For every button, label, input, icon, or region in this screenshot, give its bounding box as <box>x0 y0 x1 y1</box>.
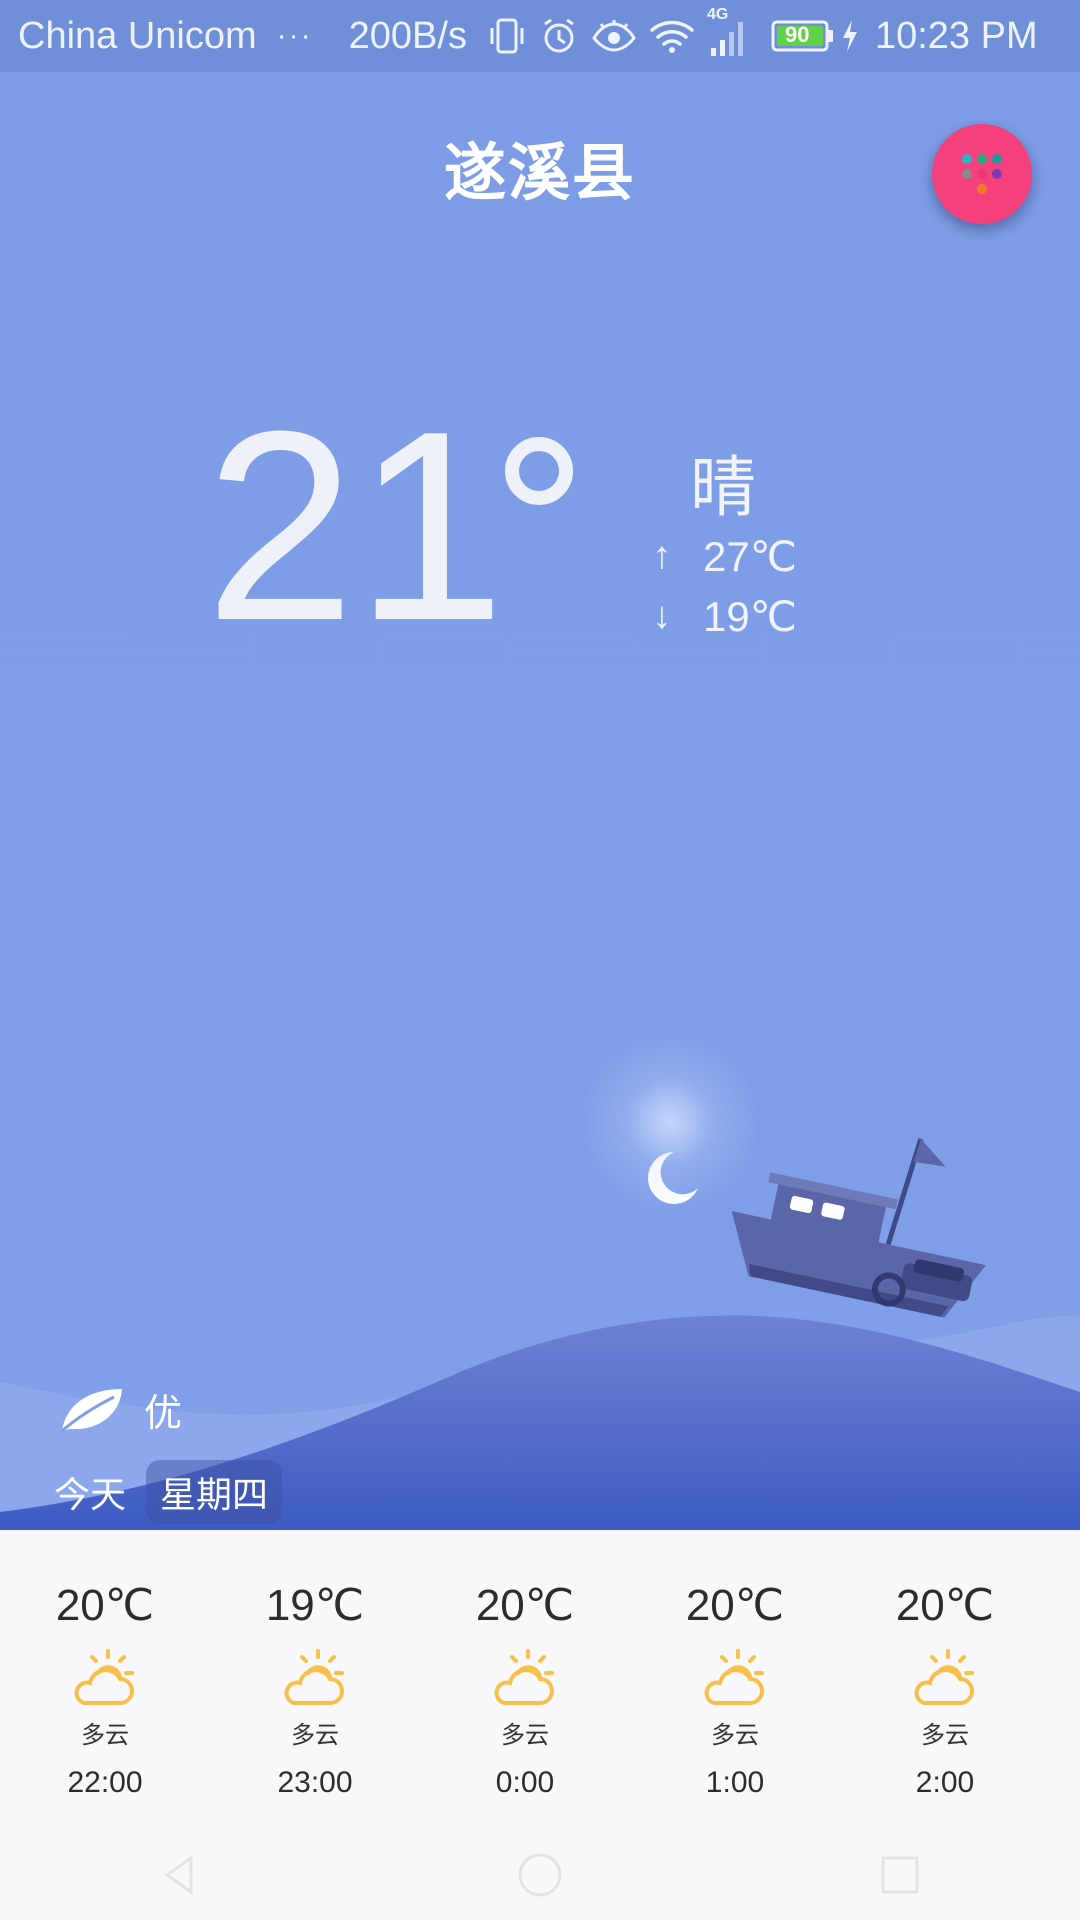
hourly-temp: 20℃ <box>685 1581 785 1630</box>
low-temperature-value: 19℃ <box>703 593 797 640</box>
net-speed: 200B/s <box>348 14 467 57</box>
hourly-temp: 19℃ <box>265 1581 365 1630</box>
status-bar: China Unicom ··· 200B/s 4G 90 10:23 PM <box>0 0 1080 72</box>
hourly-condition: 多云 <box>921 1721 969 1749</box>
back-icon[interactable] <box>155 1850 205 1900</box>
low-temperature: ↓ 19℃ <box>645 592 797 641</box>
high-temperature-value: 27℃ <box>703 533 797 580</box>
menu-fab-button[interactable] <box>932 124 1032 224</box>
alarm-icon <box>539 14 579 58</box>
network-type: 4G <box>706 6 729 23</box>
charging-icon <box>841 14 859 58</box>
current-temperature: 21 <box>205 376 506 677</box>
apps-grid-icon <box>962 154 1002 194</box>
up-arrow-icon: ↑ <box>652 535 672 577</box>
home-icon[interactable] <box>515 1850 565 1900</box>
clock: 10:23 PM <box>874 14 1038 57</box>
city-title[interactable]: 遂溪县 <box>0 122 1080 212</box>
current-condition: 晴 <box>690 449 756 526</box>
hourly-temp: 20℃ <box>895 1581 995 1630</box>
signal-icon: 4G <box>707 6 751 58</box>
weather-hero: 遂溪县 21 晴 ↑ 27℃ ↓ 19℃ 优 今天 星期四 <box>0 72 1080 1530</box>
air-quality[interactable]: 优 <box>58 1382 182 1437</box>
hourly-temp: 20℃ <box>475 1581 575 1630</box>
eye-icon <box>591 14 637 58</box>
boat-illustration <box>731 1138 987 1318</box>
leaf-icon <box>61 1388 122 1432</box>
moon-glow <box>580 1032 760 1212</box>
partly-cloudy-icon <box>914 1649 974 1705</box>
hourly-time: 2:00 <box>915 1766 975 1799</box>
air-quality-label: 优 <box>144 1391 183 1435</box>
partly-cloudy-icon <box>284 1649 344 1705</box>
hourly-time: 0:00 <box>495 1766 555 1799</box>
wifi-icon <box>649 14 695 58</box>
hourly-condition: 多云 <box>291 1721 339 1749</box>
carrier-label: China Unicom <box>18 14 257 57</box>
hourly-condition: 多云 <box>711 1721 759 1749</box>
hourly-time: 22:00 <box>67 1766 143 1799</box>
weekday-badge: 星期四 <box>146 1460 283 1524</box>
system-navigation-bar <box>0 1830 1080 1920</box>
hourly-time: 1:00 <box>705 1766 765 1799</box>
battery-level: 90 <box>784 22 810 47</box>
partly-cloudy-icon <box>494 1649 554 1705</box>
down-arrow-icon: ↓ <box>652 595 672 637</box>
degree-symbol <box>505 437 573 505</box>
partly-cloudy-icon <box>74 1649 134 1705</box>
hourly-condition: 多云 <box>501 1721 549 1749</box>
partly-cloudy-icon <box>704 1649 764 1705</box>
today-label: 今天 <box>54 1475 127 1516</box>
hourly-temp: 20℃ <box>55 1581 155 1630</box>
vibrate-icon <box>487 14 527 58</box>
night-sea-scene <box>0 1138 1080 1530</box>
high-temperature: ↑ 27℃ <box>645 532 797 581</box>
date-row: 今天 星期四 <box>54 1460 283 1524</box>
hourly-time: 23:00 <box>277 1766 353 1799</box>
more-notifications: ··· <box>276 19 313 52</box>
recents-icon[interactable] <box>875 1850 925 1900</box>
hourly-condition: 多云 <box>81 1721 129 1749</box>
battery-icon: 90 <box>771 14 835 58</box>
